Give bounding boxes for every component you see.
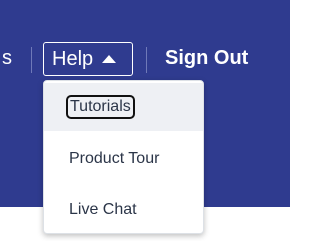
menu-item-label: Live Chat <box>69 201 137 218</box>
nav-divider <box>31 47 32 73</box>
nav-item-partial-label: s <box>2 47 12 69</box>
caret-up-icon <box>102 55 117 63</box>
nav-divider <box>146 47 147 73</box>
sign-out-link[interactable]: Sign Out <box>165 46 248 70</box>
help-menu-label: Help <box>52 48 94 70</box>
menu-item-label: Product Tour <box>69 150 160 167</box>
menu-item-live-chat[interactable]: Live Chat <box>44 186 203 233</box>
menu-item-tutorials[interactable]: Tutorials <box>44 83 203 131</box>
help-menu-button[interactable]: Help <box>43 42 133 76</box>
nav-item-partial[interactable]: s <box>0 46 14 70</box>
help-dropdown-menu: Tutorials Product Tour Live Chat <box>43 80 204 234</box>
menu-item-product-tour[interactable]: Product Tour <box>44 135 203 183</box>
menu-item-label: Tutorials <box>66 95 135 119</box>
